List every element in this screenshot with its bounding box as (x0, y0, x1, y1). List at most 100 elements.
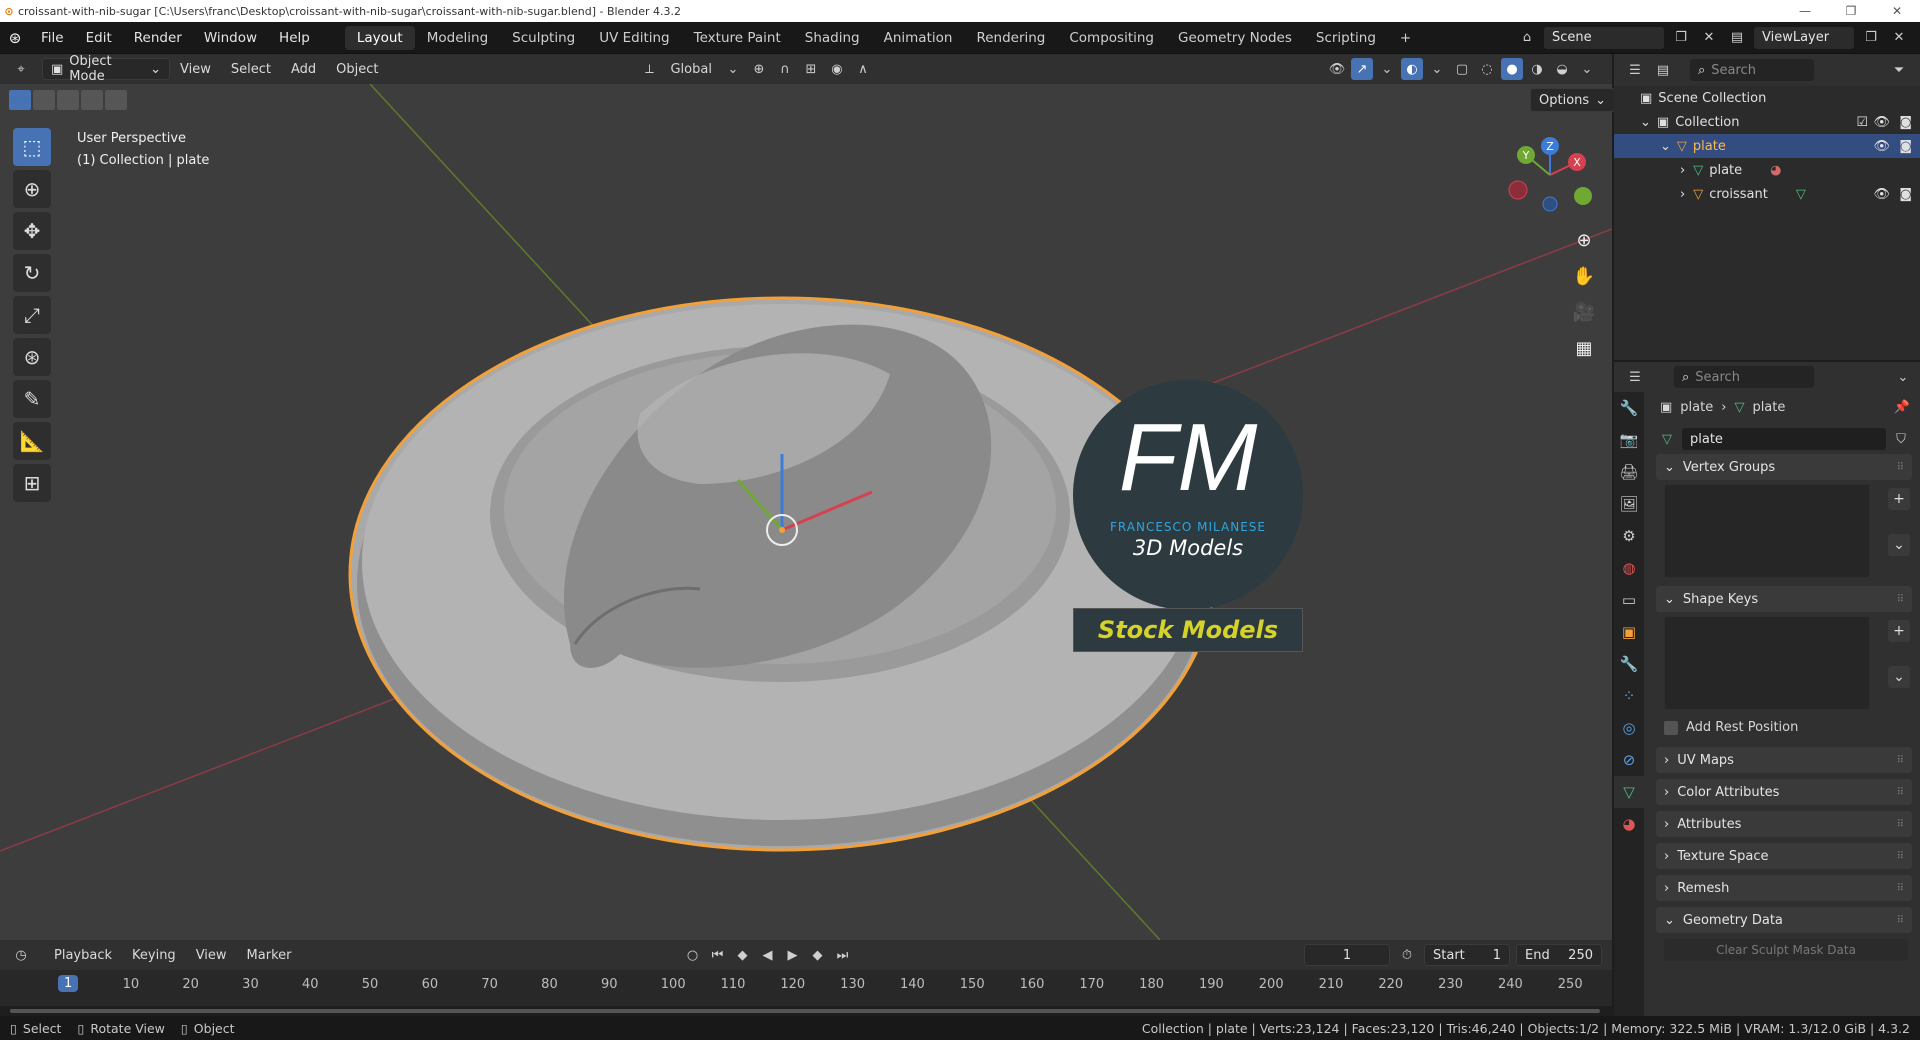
eye-icon[interactable]: 👁 (1873, 115, 1890, 130)
camera-icon[interactable]: ◙ (1899, 187, 1912, 202)
eye-icon[interactable]: 👁 (1873, 139, 1890, 154)
rotate-tool-icon[interactable]: ↻ (13, 254, 51, 292)
drag-handle-icon[interactable]: ⠿ (1897, 819, 1904, 830)
timeline-editor-icon[interactable]: ◷ (10, 944, 32, 966)
current-frame-field[interactable]: 1 (1304, 944, 1390, 966)
solid-shading-icon[interactable]: ● (1501, 58, 1523, 80)
new-viewlayer-icon[interactable]: ❐ (1860, 27, 1882, 49)
cursor-tool-icon[interactable]: ⊕ (13, 170, 51, 208)
wireframe-shading-icon[interactable]: ◌ (1476, 58, 1498, 80)
physics-tab-icon[interactable]: ◎ (1614, 712, 1644, 744)
tab-shading[interactable]: Shading (793, 26, 872, 50)
properties-editor-icon[interactable]: ☰ (1624, 366, 1646, 388)
menu-help[interactable]: Help (268, 30, 321, 46)
tab-modeling[interactable]: Modeling (415, 26, 500, 50)
play-icon[interactable]: ▶ (781, 944, 803, 966)
panel-color-attributes[interactable]: › Color Attributes ⠿ (1656, 779, 1912, 805)
snap-increment-icon[interactable]: ⊞ (800, 58, 822, 80)
tab-animation[interactable]: Animation (872, 26, 965, 50)
start-frame-field[interactable]: Start 1 (1424, 944, 1510, 966)
viewport-menu-object[interactable]: Object (326, 62, 388, 77)
drag-handle-icon[interactable]: ⠿ (1897, 755, 1904, 766)
add-rest-checkbox[interactable] (1664, 720, 1678, 735)
world-tab-icon[interactable]: ◍ (1614, 552, 1644, 584)
viewport-menu-view[interactable]: View (170, 62, 221, 77)
timeline-scroll-thumb[interactable] (10, 1009, 1600, 1013)
snap-icon[interactable]: ∩ (774, 58, 796, 80)
menu-render[interactable]: Render (123, 30, 193, 46)
drag-handle-icon[interactable]: ⠿ (1897, 851, 1904, 862)
ortho-grid-icon[interactable]: ▦ (1568, 332, 1600, 364)
select-new-icon[interactable] (9, 90, 31, 110)
menu-window[interactable]: Window (193, 30, 268, 46)
outliner-item-croissant[interactable]: › ▽ croissant ▽ 👁 ◙ (1614, 182, 1920, 206)
close-button[interactable]: ✕ (1874, 4, 1920, 18)
shape-key-menu-button[interactable]: ⌄ (1888, 666, 1910, 688)
clear-sculpt-mask-button[interactable]: Clear Sculpt Mask Data (1664, 939, 1908, 961)
view-layer-tab-icon[interactable]: 🖼 (1614, 488, 1644, 520)
remove-scene-icon[interactable]: ✕ (1698, 27, 1720, 49)
chevron-down-icon[interactable]: ⌄ (1892, 366, 1914, 388)
minimize-button[interactable]: — (1782, 4, 1828, 18)
tab-layout[interactable]: Layout (344, 25, 415, 50)
panel-geometry-data[interactable]: ⌄ Geometry Data ⠿ (1656, 907, 1912, 933)
tab-rendering[interactable]: Rendering (964, 26, 1057, 50)
chevron-down-icon[interactable]: ⌄ (1376, 58, 1398, 80)
navigation-gizmo[interactable]: Z X Y (1500, 130, 1600, 220)
vertex-groups-list[interactable] (1664, 484, 1870, 578)
outliner-item-plate-mesh[interactable]: › ▽ plate ◕ (1614, 158, 1920, 182)
xray-icon[interactable]: ▢ (1451, 58, 1473, 80)
drag-handle-icon[interactable]: ⠿ (1897, 594, 1904, 605)
drag-handle-icon[interactable]: ⠿ (1897, 462, 1904, 473)
auto-keying-icon[interactable]: ○ (681, 944, 703, 966)
scene-selector[interactable]: Scene (1544, 26, 1664, 49)
rendered-shading-icon[interactable]: ◒ (1551, 58, 1573, 80)
render-tab-icon[interactable]: 📷 (1614, 424, 1644, 456)
camera-view-icon[interactable]: 🎥 (1568, 296, 1600, 328)
3d-viewport[interactable] (0, 84, 1612, 940)
particles-tab-icon[interactable]: ⁘ (1614, 680, 1644, 712)
viewlayer-selector[interactable]: ViewLayer (1754, 26, 1854, 49)
viewport-menu-select[interactable]: Select (221, 62, 281, 77)
orientation-dropdown[interactable]: Global (664, 62, 717, 77)
constraints-tab-icon[interactable]: ⊘ (1614, 744, 1644, 776)
select-intersect-icon[interactable] (105, 90, 127, 110)
timeline-ruler[interactable]: 1 10 20 30 40 50 60 70 80 90 100 110 120 130 140 150 160… (0, 970, 1612, 1006)
tab-compositing[interactable]: Compositing (1057, 26, 1166, 50)
camera-icon[interactable]: ◙ (1899, 115, 1912, 130)
scene-icon[interactable]: ⌂ (1516, 27, 1538, 49)
outliner-scene-collection[interactable]: ▣ Scene Collection (1614, 86, 1920, 110)
timeline-menu-marker[interactable]: Marker (237, 948, 302, 963)
scene-tab-icon[interactable]: ⚙ (1614, 520, 1644, 552)
add-shape-key-button[interactable]: + (1888, 620, 1910, 642)
collection-tab-icon[interactable]: ▭ (1614, 584, 1644, 616)
material-tab-icon[interactable]: ◕ (1614, 808, 1644, 840)
play-reverse-icon[interactable]: ◀ (756, 944, 778, 966)
outliner-search[interactable]: ⌕ Search (1690, 59, 1814, 81)
panel-shape-keys[interactable]: ⌄ Shape Keys ⠿ (1656, 586, 1912, 612)
mesh-name-field[interactable]: plate (1682, 428, 1886, 450)
jump-next-key-icon[interactable]: ◆ (806, 944, 828, 966)
end-frame-field[interactable]: End 250 (1516, 944, 1602, 966)
timeline-menu-view[interactable]: View (186, 948, 237, 963)
material-shading-icon[interactable]: ◑ (1526, 58, 1548, 80)
menu-file[interactable]: File (30, 30, 75, 46)
gizmo-toggle-icon[interactable]: ↗ (1351, 58, 1373, 80)
panel-remesh[interactable]: › Remesh ⠿ (1656, 875, 1912, 901)
mesh-browse-icon[interactable]: ▽ (1656, 428, 1678, 450)
remove-viewlayer-icon[interactable]: ✕ (1888, 27, 1910, 49)
editor-type-icon[interactable]: ⌖ (10, 58, 32, 80)
mode-dropdown[interactable]: ▣ Object Mode ⌄ (42, 54, 170, 84)
panel-texture-space[interactable]: › Texture Space ⠿ (1656, 843, 1912, 869)
add-vertex-group-button[interactable]: + (1888, 488, 1910, 510)
jump-end-icon[interactable]: ⏭ (831, 944, 853, 966)
panel-attributes[interactable]: › Attributes ⠿ (1656, 811, 1912, 837)
add-rest-position-row[interactable]: Add Rest Position (1650, 710, 1920, 739)
chevron-down-icon[interactable]: ⌄ (722, 58, 744, 80)
drag-handle-icon[interactable]: ⠿ (1897, 883, 1904, 894)
chevron-down-icon[interactable]: ⌄ (1576, 58, 1598, 80)
chevron-down-icon[interactable]: ⌄ (1426, 58, 1448, 80)
tab-geometry-nodes[interactable]: Geometry Nodes (1166, 26, 1304, 50)
output-tab-icon[interactable]: 🖨 (1614, 456, 1644, 488)
outliner-item-plate[interactable]: ⌄ ▽ plate 👁 ◙ (1614, 134, 1920, 158)
